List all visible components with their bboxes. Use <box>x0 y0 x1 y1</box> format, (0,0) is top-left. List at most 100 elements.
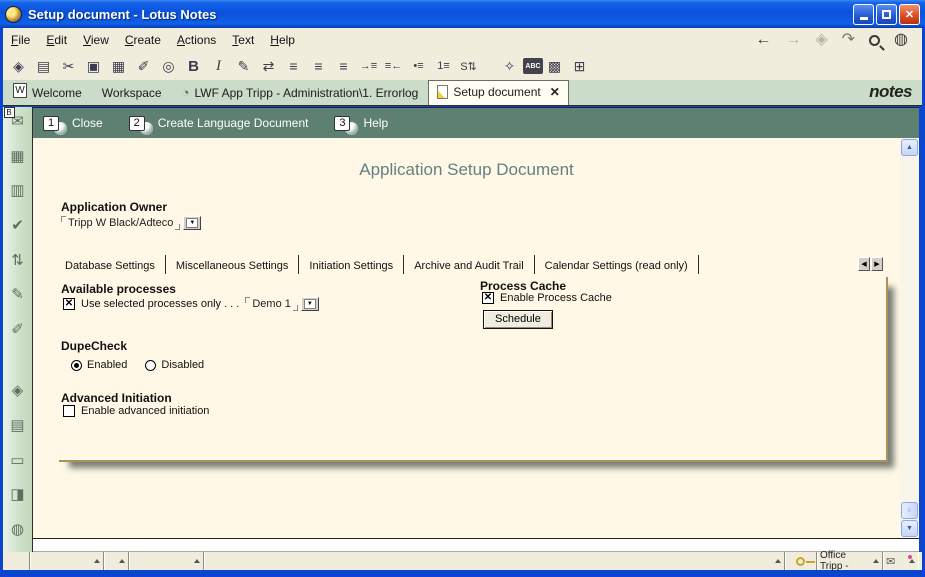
minimize-icon <box>860 17 868 20</box>
menu-create[interactable]: Create <box>117 30 169 50</box>
process-dropdown-button[interactable]: ▼ <box>301 297 319 311</box>
tab-welcome[interactable]: W Welcome <box>3 82 92 105</box>
status-location-section[interactable]: Office Tripp - <box>817 552 883 570</box>
menu-file[interactable]: File <box>3 30 38 50</box>
tab-scroll-left-icon[interactable]: ◀ <box>858 257 870 271</box>
menu-help[interactable]: Help <box>262 30 303 50</box>
align-center-icon[interactable]: ≡ <box>307 55 330 78</box>
dupecheck-heading: DupeCheck <box>61 339 127 353</box>
status-style-section[interactable] <box>129 552 204 570</box>
enable-process-cache-label: Enable Process Cache <box>500 292 612 304</box>
close-button[interactable]: ✕ <box>899 4 920 25</box>
more-bookmarks-folder-icon[interactable]: ▭ <box>6 448 30 472</box>
format-painter-icon[interactable]: ✐ <box>132 55 155 78</box>
go-forward-icon[interactable]: → <box>785 32 801 48</box>
form-tab-panel: Available processes Use selected process… <box>59 277 888 462</box>
status-font-section[interactable] <box>104 552 129 570</box>
tab-workspace-label: Workspace <box>102 86 162 100</box>
admin-icon[interactable]: ✐ <box>6 317 30 341</box>
attach-file-icon[interactable]: ◎ <box>157 55 180 78</box>
calendar-icon[interactable]: ▦ <box>6 144 30 168</box>
tab-scroll-right-icon[interactable]: ▶ <box>871 257 883 271</box>
enable-process-cache-checkbox[interactable] <box>482 292 494 304</box>
open-database-icon[interactable]: ▤ <box>32 55 55 78</box>
copy-icon[interactable]: ▣ <box>82 55 105 78</box>
tab-initiation-settings[interactable]: Initiation Settings <box>303 257 399 275</box>
process-field[interactable]: Demo 1 <box>252 298 291 310</box>
tab-separator <box>165 255 166 274</box>
application-owner-field[interactable]: Tripp W Black/Adteco <box>68 217 173 229</box>
section-icon[interactable]: ▩ <box>543 55 566 78</box>
action-close-button[interactable]: 1 Close <box>43 112 103 135</box>
outdent-icon[interactable]: ≡← <box>382 55 405 78</box>
internet-folder-icon[interactable]: ◨ <box>6 483 30 507</box>
owner-dropdown-button[interactable]: ▼ <box>183 216 201 230</box>
menu-view[interactable]: View <box>75 30 117 50</box>
spell-check-icon[interactable]: ABC <box>523 58 543 74</box>
status-network-section[interactable] <box>30 552 104 570</box>
favorites-folder-icon[interactable]: ◈ <box>6 378 30 402</box>
dupecheck-disabled-radio[interactable] <box>145 360 156 371</box>
search-icon[interactable] <box>869 35 880 46</box>
align-right-icon[interactable]: ≡ <box>332 55 355 78</box>
action-create-language-document-button[interactable]: 2 Create Language Document <box>129 112 309 135</box>
highlighter-icon[interactable]: ✎ <box>232 55 255 78</box>
popup-arrow-icon <box>873 559 879 563</box>
close-tab-icon[interactable]: ✕ <box>550 85 560 99</box>
bold-icon[interactable]: B <box>182 55 205 78</box>
refresh-icon[interactable]: ↷ <box>842 32 855 48</box>
scrollbar-thumb[interactable]: ≡ <box>901 502 918 519</box>
scroll-down-icon[interactable]: ▼ <box>901 520 918 537</box>
todo-icon[interactable]: ✔ <box>6 213 30 237</box>
mail-icon[interactable]: B✉ <box>6 109 30 133</box>
tab-miscellaneous-settings[interactable]: Miscellaneous Settings <box>170 257 295 275</box>
insert-table-icon[interactable]: ⊞ <box>568 55 591 78</box>
tab-database-settings[interactable]: Database Settings <box>59 257 161 275</box>
vertical-scrollbar[interactable]: ▲ ≡ ▼ <box>900 138 919 538</box>
status-security-section[interactable] <box>785 552 817 570</box>
minimize-button[interactable] <box>853 4 874 25</box>
flashlight-icon[interactable]: ✧ <box>498 55 521 78</box>
popup-arrow-icon <box>119 559 125 563</box>
numbered-list-icon[interactable]: 1≡ <box>432 55 455 78</box>
maximize-button[interactable] <box>876 4 897 25</box>
address-book-icon[interactable]: ▥ <box>6 178 30 202</box>
schedule-button[interactable]: Schedule <box>483 310 553 329</box>
navigator-icon[interactable]: ◈ <box>7 55 30 78</box>
action-help-button[interactable]: 3 Help <box>334 112 388 135</box>
stop-icon[interactable]: ◈ <box>815 32 827 48</box>
replicator-icon[interactable]: ⇅ <box>6 248 30 272</box>
status-mail-section[interactable]: ✉ <box>883 552 918 570</box>
italic-icon[interactable]: I <box>207 55 230 78</box>
menu-edit[interactable]: Edit <box>38 30 75 50</box>
menu-text[interactable]: Text <box>224 30 262 50</box>
tab-calendar-settings[interactable]: Calendar Settings (read only) <box>539 257 694 275</box>
tab-separator <box>534 255 535 274</box>
designer-icon[interactable]: ✎ <box>6 283 30 307</box>
cut-icon[interactable]: ✂ <box>57 55 80 78</box>
web-browser-icon[interactable]: ◍ <box>6 517 30 541</box>
paste-icon[interactable]: ▦ <box>107 55 130 78</box>
tab-setup-document[interactable]: Setup document ✕ <box>428 80 568 105</box>
databases-folder-icon[interactable]: ▤ <box>6 413 30 437</box>
indent-icon[interactable]: →≡ <box>357 55 380 78</box>
text-cycle-icon[interactable]: ⇄ <box>257 55 280 78</box>
dupecheck-enabled-radio[interactable] <box>71 360 82 371</box>
status-message-section[interactable] <box>204 552 785 570</box>
tab-archive-audit-trail[interactable]: Archive and Audit Trail <box>408 257 529 275</box>
action-close-label: Close <box>72 116 103 130</box>
field-bracket-open <box>245 297 250 303</box>
open-url-icon[interactable]: ◍ <box>894 32 908 48</box>
align-left-icon[interactable]: ≡ <box>282 55 305 78</box>
field-bracket-close <box>175 224 180 230</box>
tab-workspace[interactable]: Workspace <box>92 82 172 105</box>
bullet-list-icon[interactable]: •≡ <box>407 55 430 78</box>
style-cycle-icon[interactable]: S⇅ <box>457 55 480 78</box>
enable-advanced-initiation-checkbox[interactable] <box>63 405 75 417</box>
menu-actions[interactable]: Actions <box>169 30 224 50</box>
use-selected-processes-checkbox[interactable] <box>63 298 75 310</box>
horizontal-scrollbar[interactable] <box>33 538 919 552</box>
scroll-up-icon[interactable]: ▲ <box>901 139 918 156</box>
go-back-icon[interactable]: ← <box>755 32 771 48</box>
tab-errorlog[interactable]: ◔ LWF App Tripp - Administration\1. Erro… <box>172 81 429 105</box>
